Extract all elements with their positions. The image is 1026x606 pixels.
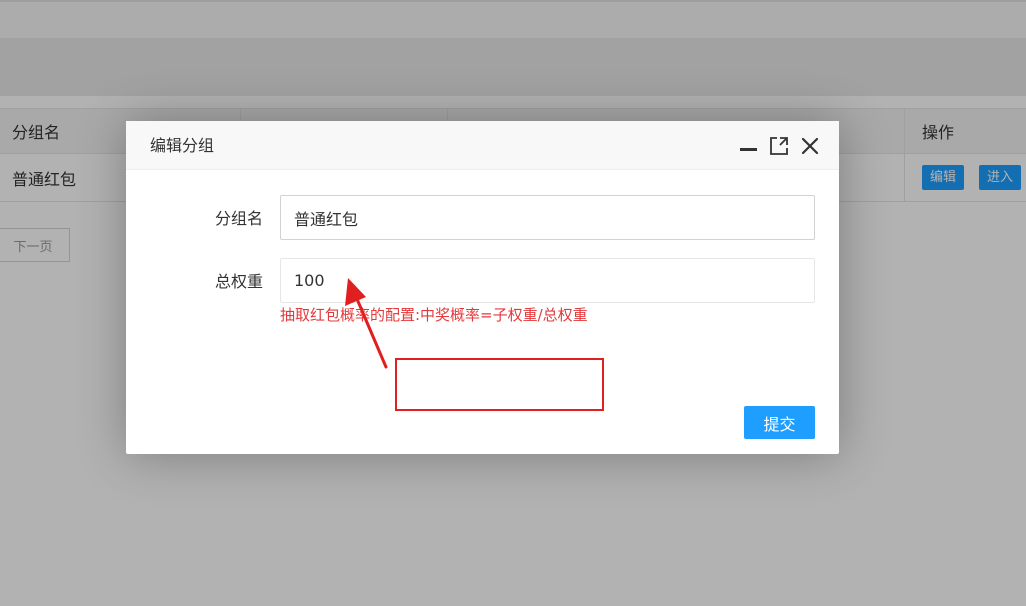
close-icon[interactable]: [799, 135, 821, 157]
edit-group-dialog: 编辑分组 分组名 总权重 抽取红包概率的配置:中奖概率=子权重/总权重 提交: [126, 121, 839, 454]
dialog-header[interactable]: 编辑分组: [126, 121, 839, 170]
group-name-label: 分组名: [214, 209, 263, 228]
annotation-box: [395, 358, 604, 411]
group-name-input[interactable]: [280, 195, 815, 240]
total-weight-label: 总权重: [214, 272, 263, 291]
dialog-title: 编辑分组: [150, 136, 215, 155]
minimize-icon[interactable]: [738, 135, 760, 157]
maximize-icon[interactable]: [768, 135, 790, 157]
total-weight-input[interactable]: [280, 258, 815, 303]
submit-button[interactable]: 提交: [744, 406, 815, 439]
probability-hint: 抽取红包概率的配置:中奖概率=子权重/总权重: [280, 306, 588, 324]
